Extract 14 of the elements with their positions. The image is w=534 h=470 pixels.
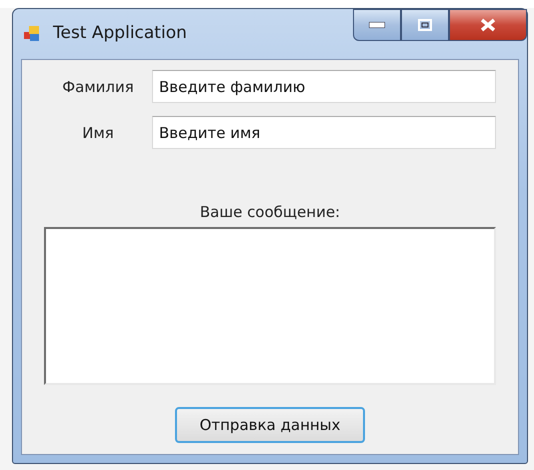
field-label: Имя (81, 124, 115, 142)
field-label: Фамилия (61, 78, 135, 96)
message-label: Ваше сообщение: (198, 203, 342, 221)
minimize-button[interactable] (353, 9, 401, 41)
maximize-icon (418, 19, 432, 31)
input-field[interactable]: Введите имя (152, 116, 496, 149)
message-field[interactable] (44, 227, 496, 385)
window-title: Test Application (53, 23, 187, 43)
send-button[interactable]: Отправка данных (175, 407, 365, 443)
close-icon (480, 18, 496, 32)
close-button[interactable] (449, 9, 527, 41)
maximize-button[interactable] (401, 9, 449, 41)
minimize-icon (369, 22, 385, 28)
input-field[interactable]: Введите фамилию (152, 70, 496, 103)
